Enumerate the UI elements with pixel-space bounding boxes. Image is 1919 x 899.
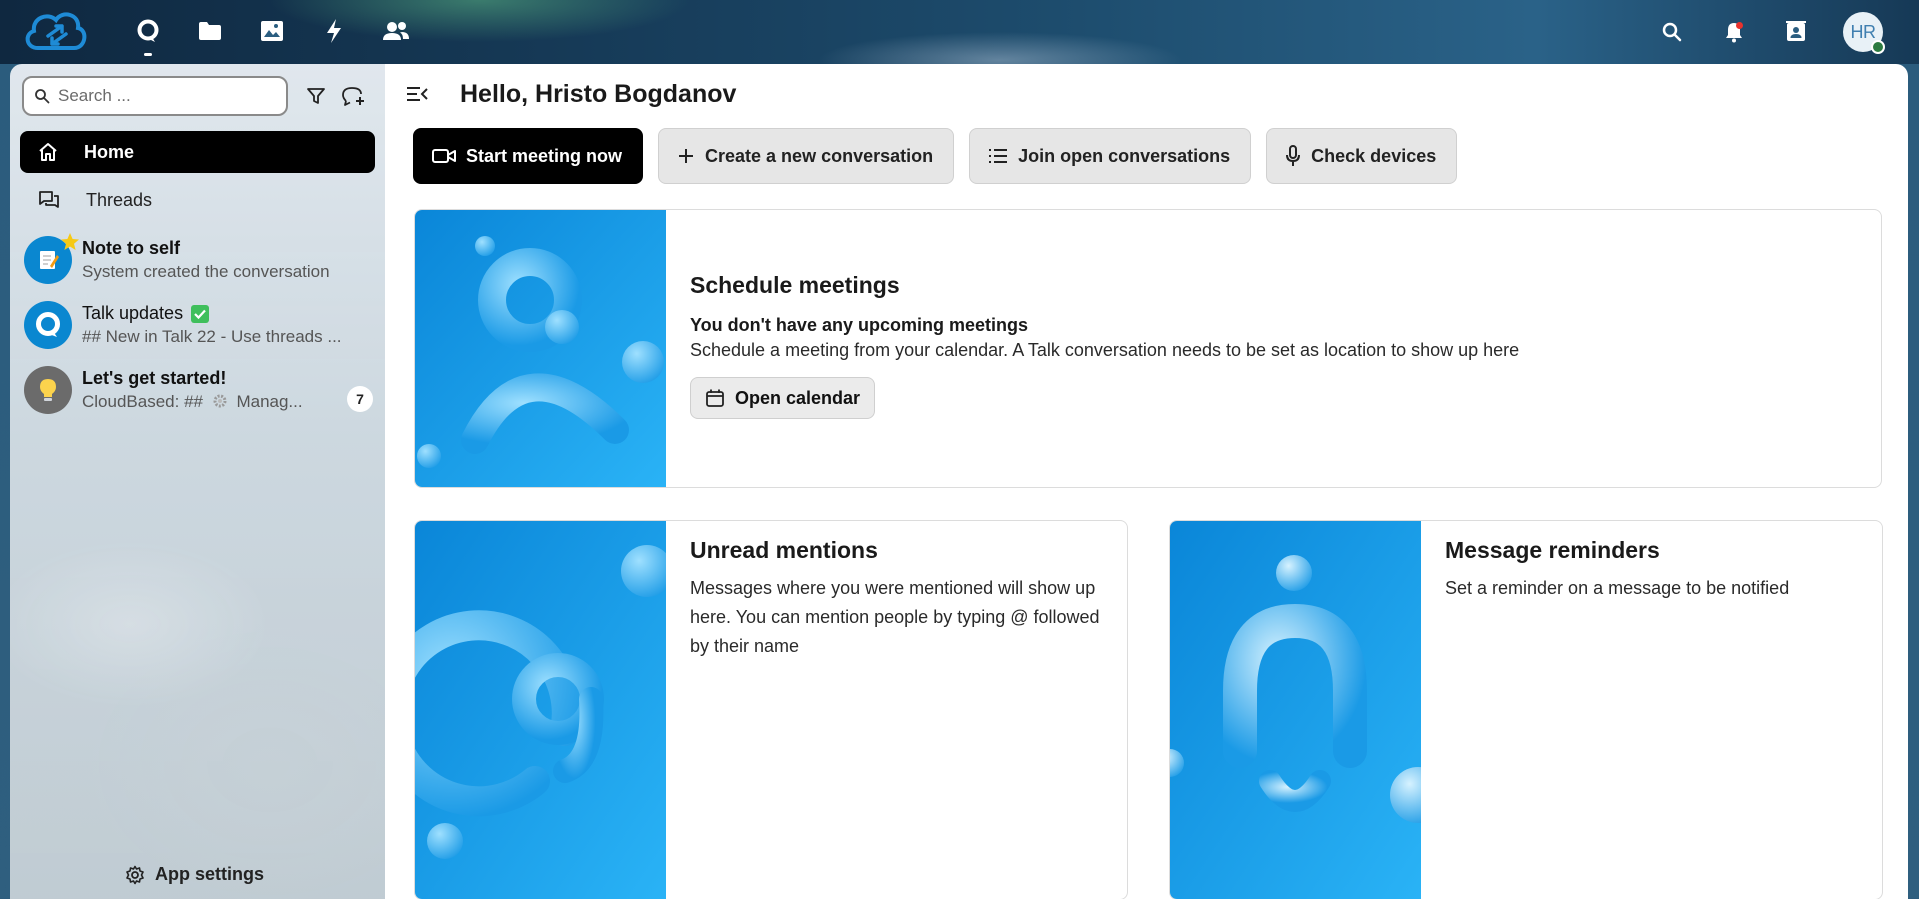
favorite-star-icon — [61, 233, 79, 250]
sidebar-item-home[interactable]: Home — [20, 131, 375, 173]
at-sign-illustration — [415, 521, 666, 899]
conversation-avatar — [24, 301, 72, 349]
microphone-icon — [1286, 145, 1301, 166]
page-title: Hello, Hristo Bogdanov — [460, 80, 737, 108]
bolt-icon[interactable] — [319, 14, 349, 48]
filter-button[interactable] — [300, 80, 332, 112]
top-bar: HR — [0, 0, 1919, 64]
search-input[interactable] — [58, 86, 258, 106]
conversation-last-message-suffix: Manag... — [236, 392, 303, 411]
start-meeting-label: Start meeting now — [466, 145, 623, 166]
mentions-text: Messages where you were mentioned will s… — [690, 578, 1100, 656]
sidebar-toggle-icon — [407, 87, 428, 101]
search-icon — [35, 89, 50, 104]
chat-plus-icon — [342, 87, 364, 106]
schedule-subtitle: You don't have any upcoming meetings — [690, 315, 1028, 335]
unread-count-badge: 7 — [347, 386, 373, 412]
notifications-bell-icon[interactable] — [1719, 12, 1749, 52]
conversation-avatar — [24, 233, 79, 284]
schedule-meetings-card: Schedule meetings You don't have any upc… — [414, 209, 1882, 488]
people-icon[interactable] — [381, 14, 411, 48]
open-calendar-button[interactable]: Open calendar — [690, 377, 876, 419]
conversation-avatar — [24, 366, 72, 414]
list-icon — [989, 149, 1008, 163]
conversation-last-message: System created the conversation — [82, 262, 330, 281]
check-devices-label: Check devices — [1311, 145, 1437, 166]
gear-icon — [126, 865, 144, 884]
reminders-title: Message reminders — [1445, 537, 1660, 563]
folder-icon[interactable] — [195, 14, 225, 48]
filter-icon — [307, 88, 325, 104]
conversation-title: Note to self — [82, 238, 181, 258]
sidebar-item-label: Threads — [86, 189, 153, 210]
sidebar: Home Threads Note to self System created… — [10, 64, 385, 899]
bell-illustration — [1170, 521, 1421, 899]
create-conversation-label: Create a new conversation — [705, 145, 934, 166]
online-status-icon — [1871, 40, 1885, 54]
conversation-title: Let's get started! — [82, 368, 227, 388]
notification-dot — [1736, 22, 1743, 29]
lightbulb-icon — [40, 379, 56, 401]
conversation-last-message: CloudBased: ## — [82, 392, 203, 411]
calendar-icon — [706, 389, 724, 407]
talk-logo-icon — [36, 312, 60, 337]
user-avatar[interactable]: HR — [1843, 12, 1885, 54]
open-calendar-label: Open calendar — [735, 387, 861, 408]
plus-icon — [679, 149, 694, 163]
notepad-icon — [40, 251, 59, 269]
unread-mentions-card: Unread mentions Messages where you were … — [414, 520, 1128, 899]
verified-check-icon — [191, 304, 210, 323]
schedule-title: Schedule meetings — [690, 272, 900, 298]
conversation-lets-get-started[interactable]: Let's get started! CloudBased: ## Manag.… — [24, 362, 379, 418]
nextcloud-logo[interactable] — [20, 4, 92, 62]
main-content: Hello, Hristo Bogdanov Start meeting now… — [385, 64, 1908, 899]
reminders-text: Set a reminder on a message to be notifi… — [1445, 578, 1790, 598]
check-devices-button[interactable]: Check devices — [1266, 128, 1458, 184]
start-meeting-button[interactable]: Start meeting now — [413, 128, 644, 184]
new-conversation-button[interactable] — [338, 80, 370, 112]
conversation-talk-updates[interactable]: Talk updates ## New in Talk 22 - Use thr… — [24, 297, 379, 353]
conversation-title: Talk updates — [82, 303, 184, 323]
join-open-conversations-button[interactable]: Join open conversations — [969, 128, 1252, 184]
conversation-note-to-self[interactable]: Note to self System created the conversa… — [24, 232, 379, 288]
app-settings-button[interactable]: App settings — [125, 864, 264, 885]
app-settings-label: App settings — [155, 864, 265, 884]
video-camera-icon — [432, 149, 456, 163]
conversation-last-message: ## New in Talk 22 - Use threads ... — [82, 327, 342, 346]
home-icon — [39, 143, 57, 161]
create-conversation-button[interactable]: Create a new conversation — [658, 128, 955, 184]
join-open-label: Join open conversations — [1018, 145, 1231, 166]
gear-emoji-icon — [213, 394, 227, 408]
contacts-icon[interactable] — [1781, 12, 1811, 52]
mentions-title: Unread mentions — [690, 537, 878, 563]
image-icon[interactable] — [257, 14, 287, 48]
toggle-sidebar-button[interactable] — [401, 78, 433, 110]
search-icon[interactable] — [1657, 12, 1687, 52]
schedule-text: Schedule a meeting from your calendar. A… — [690, 340, 1520, 360]
talk-icon[interactable] — [133, 14, 163, 56]
sad-face-illustration — [415, 210, 666, 487]
threads-icon — [39, 191, 59, 208]
avatar-initials: HR — [1850, 21, 1877, 42]
sidebar-item-threads[interactable]: Threads — [20, 179, 375, 221]
search-field[interactable] — [22, 76, 288, 116]
sidebar-item-label: Home — [84, 141, 135, 162]
message-reminders-card: Message reminders Set a reminder on a me… — [1169, 520, 1883, 899]
